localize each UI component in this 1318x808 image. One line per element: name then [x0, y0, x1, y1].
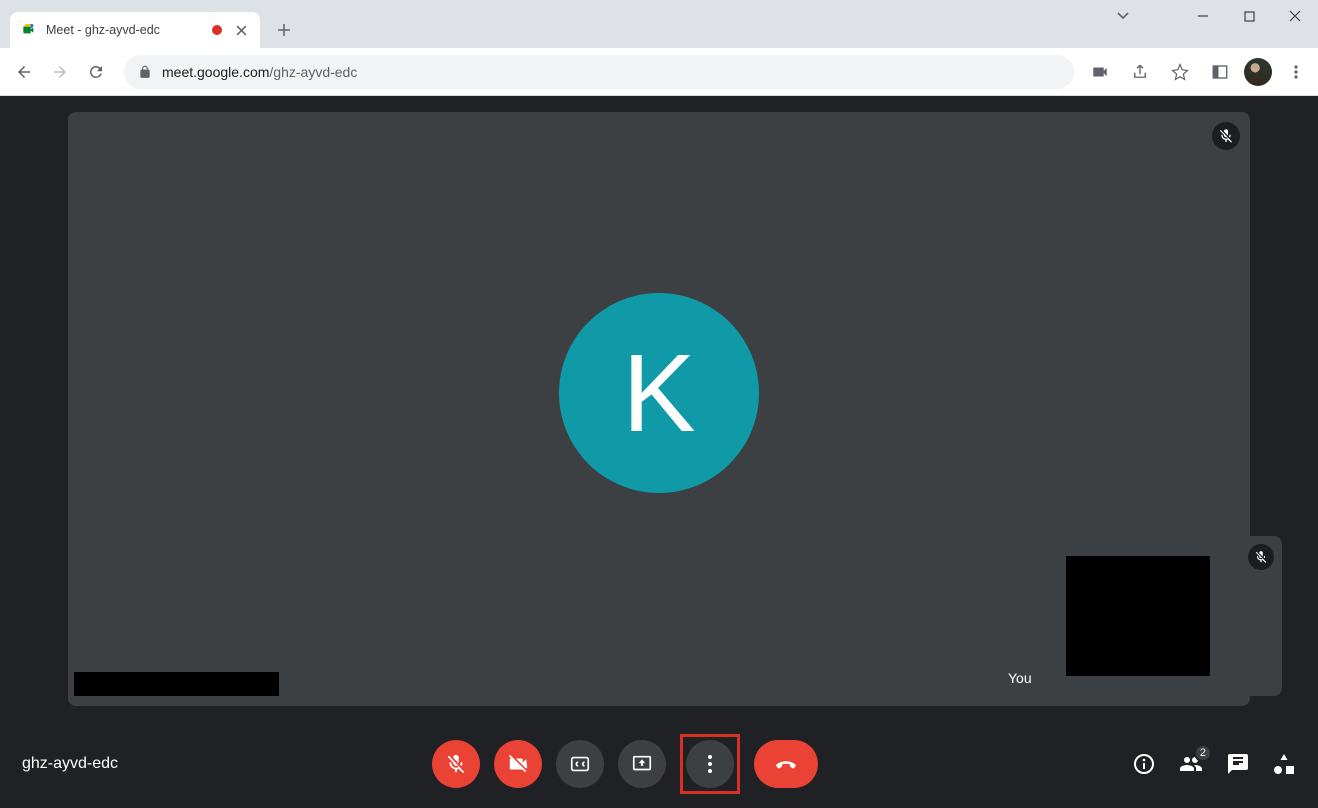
participant-avatar: K: [559, 293, 759, 493]
share-button[interactable]: [1124, 56, 1156, 88]
maximize-button[interactable]: [1226, 0, 1272, 32]
back-button[interactable]: [6, 54, 42, 90]
reload-button[interactable]: [78, 54, 114, 90]
browser-menu-button[interactable]: [1280, 56, 1312, 88]
people-count-badge: 2: [1194, 744, 1212, 762]
meet-favicon-icon: [22, 22, 38, 38]
forward-button[interactable]: [42, 54, 78, 90]
self-view-tile[interactable]: You: [994, 536, 1282, 696]
present-button[interactable]: [618, 740, 666, 788]
new-tab-button[interactable]: [270, 16, 298, 44]
url-domain: meet.google.com: [162, 64, 269, 80]
participant-muted-icon: [1212, 122, 1240, 150]
camera-indicator-icon[interactable]: [1084, 56, 1116, 88]
close-window-button[interactable]: [1272, 0, 1318, 32]
participant-initial: K: [622, 330, 695, 457]
browser-toolbar: meet.google.com/ghz-ayvd-edc: [0, 48, 1318, 96]
lock-icon: [138, 65, 152, 79]
meeting-code[interactable]: ghz-ayvd-edc: [22, 755, 118, 773]
toolbar-right: [1084, 56, 1312, 88]
self-camera-feed: [1066, 556, 1210, 676]
side-panel-button[interactable]: [1204, 56, 1236, 88]
minimize-button[interactable]: [1180, 0, 1226, 32]
browser-tab[interactable]: Meet - ghz-ayvd-edc: [10, 12, 260, 48]
toggle-mic-button[interactable]: [432, 740, 480, 788]
activities-button[interactable]: [1272, 752, 1296, 776]
center-controls: [432, 734, 818, 794]
tabs-dropdown-button[interactable]: [1116, 8, 1130, 22]
toggle-camera-button[interactable]: [494, 740, 542, 788]
captions-button[interactable]: [556, 740, 604, 788]
close-tab-button[interactable]: [234, 23, 248, 37]
more-options-button[interactable]: [686, 740, 734, 788]
right-controls: 2: [1132, 752, 1296, 776]
bookmark-button[interactable]: [1164, 56, 1196, 88]
window-controls: [1180, 0, 1318, 40]
leave-call-button[interactable]: [754, 740, 818, 788]
browser-titlebar: Meet - ghz-ayvd-edc: [0, 0, 1318, 48]
participant-name-bar: [74, 672, 279, 696]
self-label: You: [1008, 670, 1032, 686]
tab-title: Meet - ghz-ayvd-edc: [46, 23, 212, 37]
url-path: /ghz-ayvd-edc: [269, 64, 357, 80]
people-button[interactable]: 2: [1178, 752, 1204, 776]
chat-button[interactable]: [1226, 752, 1250, 776]
self-muted-icon: [1248, 544, 1274, 570]
meeting-details-button[interactable]: [1132, 752, 1156, 776]
recording-indicator-icon: [212, 25, 222, 35]
meet-stage: K You ghz-ayvd-edc: [0, 96, 1318, 808]
more-options-highlight: [680, 734, 740, 794]
meet-bottom-bar: ghz-ayvd-edc: [0, 720, 1318, 808]
profile-avatar[interactable]: [1244, 58, 1272, 86]
address-bar[interactable]: meet.google.com/ghz-ayvd-edc: [124, 55, 1074, 89]
